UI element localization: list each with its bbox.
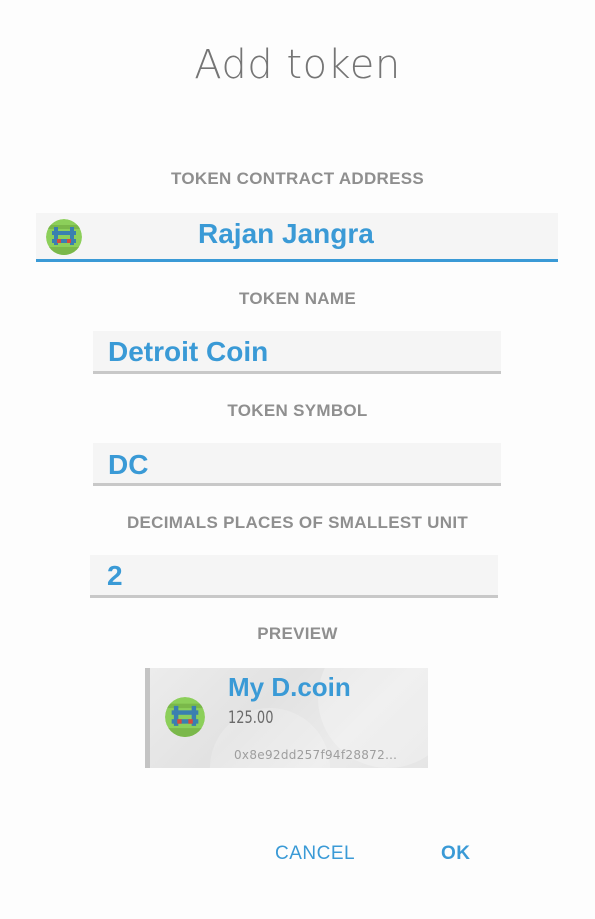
contract-address-value: Rajan Jangra [198,218,374,249]
decimals-value: 2 [107,560,123,591]
token-name-label: TOKEN NAME [239,289,356,308]
preview-token-address: 0x8e92dd257f94f28872… [234,748,398,762]
dialog-title: Add token [194,42,401,88]
token-name-input[interactable]: Detroit Coin [93,331,501,374]
token-symbol-label: TOKEN SYMBOL [227,401,368,420]
token-symbol-value: DC [108,449,149,480]
ok-button[interactable]: OK [441,843,471,865]
preview-identicon-avatar-icon [165,697,205,737]
add-token-dialog: Add token TOKEN CONTRACT ADDRESS Rajan J… [0,0,595,919]
contract-address-label: TOKEN CONTRACT ADDRESS [170,169,425,188]
identicon-avatar-icon [46,219,82,255]
preview-token-name: My D.coin [228,672,351,702]
preview-label: PREVIEW [257,624,338,643]
cancel-button[interactable]: CANCEL [275,843,355,865]
decimals-input[interactable]: 2 [90,555,498,598]
contract-address-input[interactable]: Rajan Jangra [36,213,558,262]
decimals-label: DECIMALS PLACES OF SMALLEST UNIT [126,513,469,532]
token-preview-card: My D.coin 125.00 0x8e92dd257f94f28872… [145,668,428,768]
preview-token-balance: 125.00 [228,708,274,728]
token-name-value: Detroit Coin [108,336,269,367]
token-symbol-input[interactable]: DC [93,443,501,486]
